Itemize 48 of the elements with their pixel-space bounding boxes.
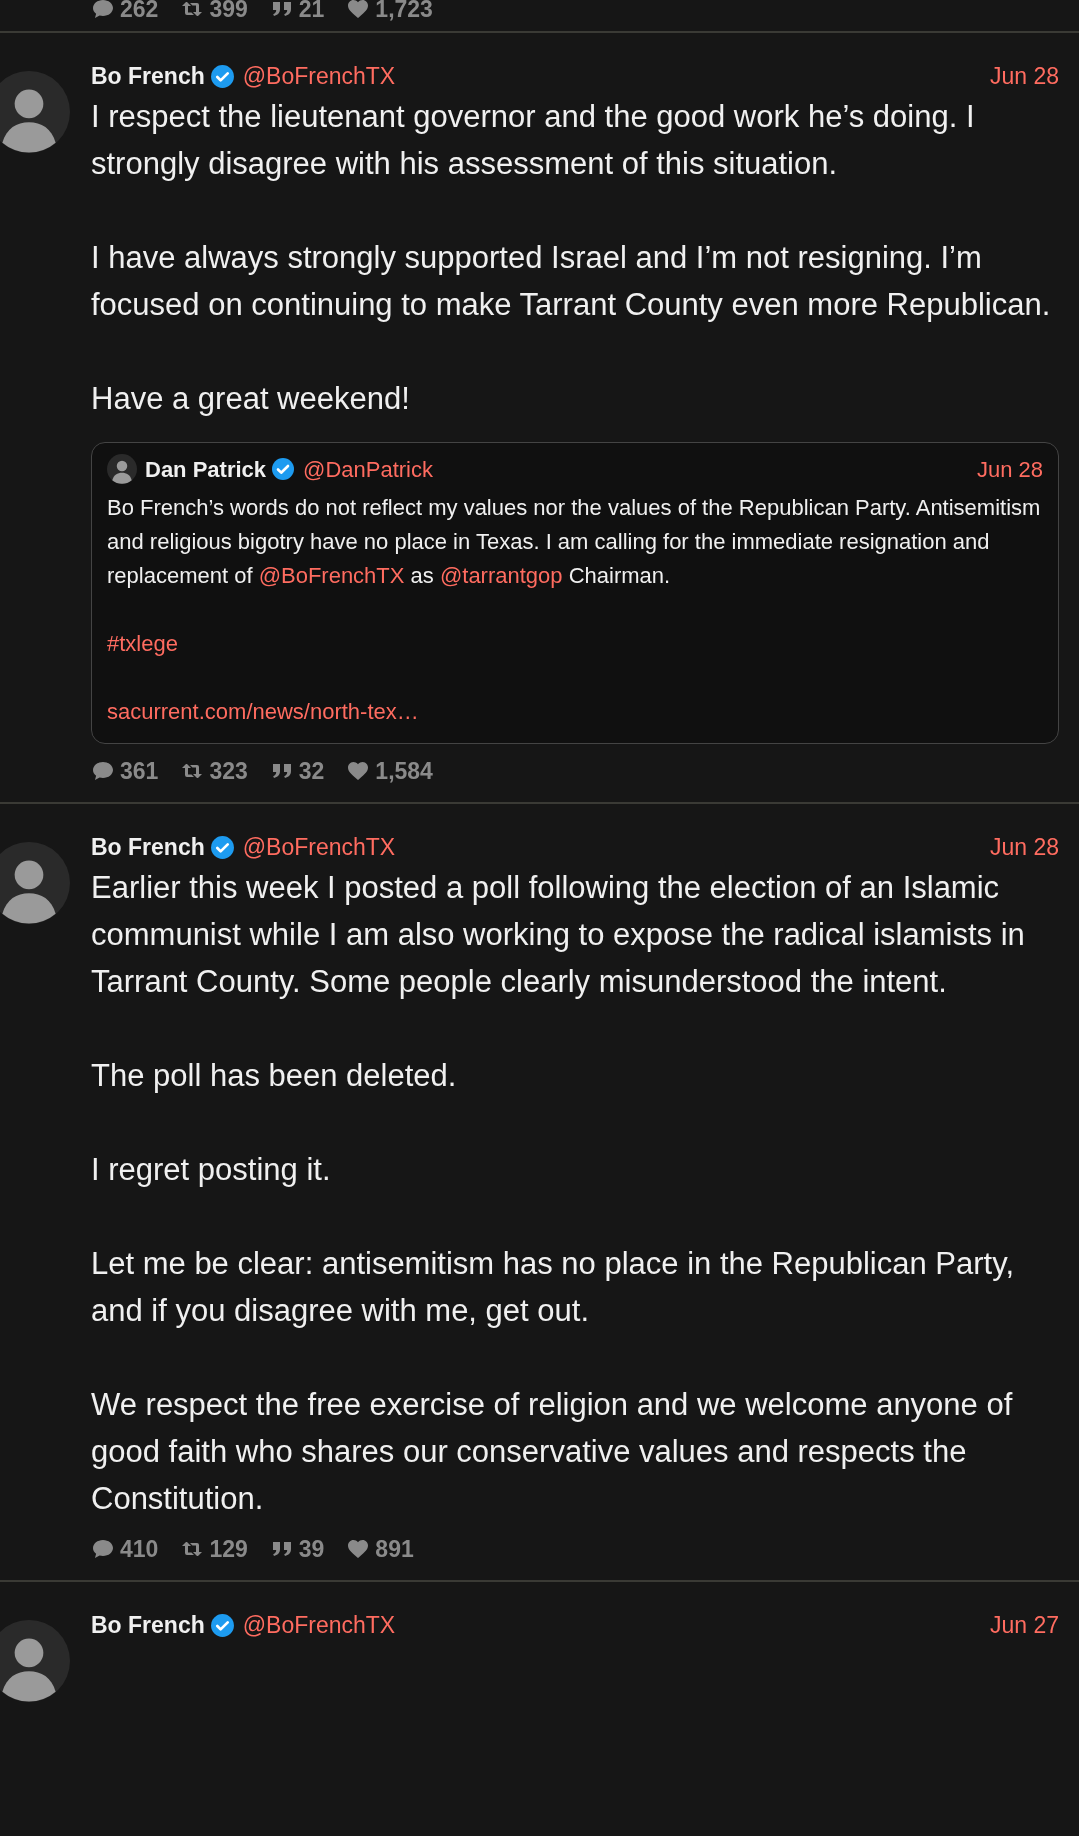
- tweet-text: Have a great weekend!: [91, 380, 411, 418]
- stat-count: 1,723: [375, 0, 433, 24]
- stat-count: 361: [120, 756, 159, 786]
- comment-icon[interactable]: [91, 1537, 115, 1561]
- stat-count: 32: [298, 756, 325, 786]
- author-handle[interactable]: @BoFrenchTX: [242, 1607, 396, 1643]
- stat-count: 1,584: [375, 756, 433, 786]
- comment-icon[interactable]: [91, 759, 115, 783]
- author-name[interactable]: Bo French: [91, 829, 205, 865]
- tweet-date[interactable]: Jun 28: [989, 829, 1059, 865]
- tweet-text: Let me be clear: antisemitism has no place in the Republican Party, and if you disagree with me, get out.: [91, 1245, 1015, 1330]
- tweet-date[interactable]: Jun 28: [976, 452, 1043, 486]
- stat-count: 129: [209, 1534, 248, 1564]
- avatar[interactable]: [0, 71, 70, 153]
- author-name[interactable]: Bo French: [91, 1607, 205, 1643]
- tweet-date[interactable]: Jun 27: [989, 1607, 1059, 1643]
- stat-count: 262: [120, 0, 159, 24]
- author-handle[interactable]: @DanPatrick: [303, 452, 433, 486]
- tweet-text: We respect the free exercise of religion and we welcome anyone of good faith who shares our conservative values and respects the Constitution.: [91, 1386, 1014, 1518]
- tweet-text: I regret posting it.: [91, 1151, 332, 1189]
- stat-count: 399: [209, 0, 248, 24]
- tweet-text: I have always strongly supported Israel and I’m not resigning. I’m focused on continuing to make Tarrant County even more Republican.: [91, 239, 1052, 324]
- mention-link[interactable]: @tarrantgop: [439, 563, 563, 588]
- tweet-text: Earlier this week I posted a poll following the election of an Islamic communist while I am also working to expose the radical islamists in Tarrant County. Some people clearly misunderstood the intent.: [91, 869, 1026, 1001]
- comment-icon[interactable]: [91, 0, 115, 21]
- stat-count: 410: [120, 1534, 159, 1564]
- avatar[interactable]: [107, 454, 137, 484]
- author-handle[interactable]: @BoFrenchTX: [242, 58, 396, 94]
- tweet-text: The poll has been deleted.: [91, 1057, 458, 1095]
- author-handle[interactable]: @BoFrenchTX: [242, 829, 396, 865]
- url-link[interactable]: sacurrent.com/news/north-tex…: [107, 695, 419, 729]
- quote-text: Bo French’s words do not reflect my values nor the values of the Republican Party. Antisemitism and religious bigotry have no place in Texas. I am calling for the immediate resignation and replacement of @BoFrenchTX as @tarrantgop Chairman.: [107, 494, 1042, 590]
- stat-count: 39: [298, 1534, 325, 1564]
- quoted-tweet-card[interactable]: [91, 442, 1059, 744]
- hashtag-link[interactable]: #txlege: [107, 627, 178, 661]
- tweet-date[interactable]: Jun 28: [989, 58, 1059, 94]
- tweet-text: I respect the lieutenant governor and the good work he’s doing. I strongly disagree with his assessment of this situation.: [91, 98, 976, 183]
- stat-count: 21: [298, 0, 325, 24]
- heart-icon[interactable]: [346, 759, 371, 783]
- stat-count: 323: [209, 756, 248, 786]
- heart-icon[interactable]: [346, 1537, 371, 1561]
- author-name[interactable]: Dan Patrick: [145, 452, 267, 486]
- avatar[interactable]: [0, 842, 70, 924]
- heart-icon[interactable]: [346, 0, 371, 21]
- stat-count: 891: [375, 1534, 414, 1564]
- avatar[interactable]: [0, 1620, 70, 1702]
- mention-link[interactable]: @BoFrenchTX: [258, 563, 405, 588]
- author-name[interactable]: Bo French: [91, 58, 205, 94]
